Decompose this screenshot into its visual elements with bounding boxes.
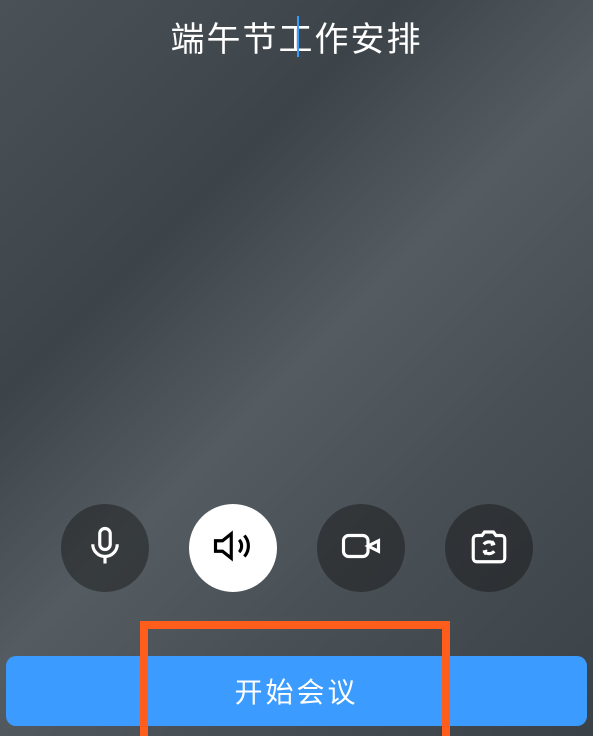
microphone-icon [84, 525, 126, 572]
text-cursor [297, 16, 299, 57]
start-meeting-label: 开始会议 [234, 671, 358, 711]
video-button[interactable] [317, 504, 405, 592]
video-icon [340, 525, 382, 572]
speaker-button[interactable] [189, 504, 277, 592]
media-controls [0, 504, 593, 592]
camera-switch-icon [468, 525, 510, 572]
camera-switch-button[interactable] [445, 504, 533, 592]
meeting-title-container: 端午节工作安排 [0, 12, 593, 61]
meeting-title-input[interactable]: 端午节工作安排 [171, 12, 423, 61]
start-meeting-button[interactable]: 开始会议 [6, 656, 587, 726]
microphone-button[interactable] [61, 504, 149, 592]
speaker-icon [212, 525, 254, 572]
